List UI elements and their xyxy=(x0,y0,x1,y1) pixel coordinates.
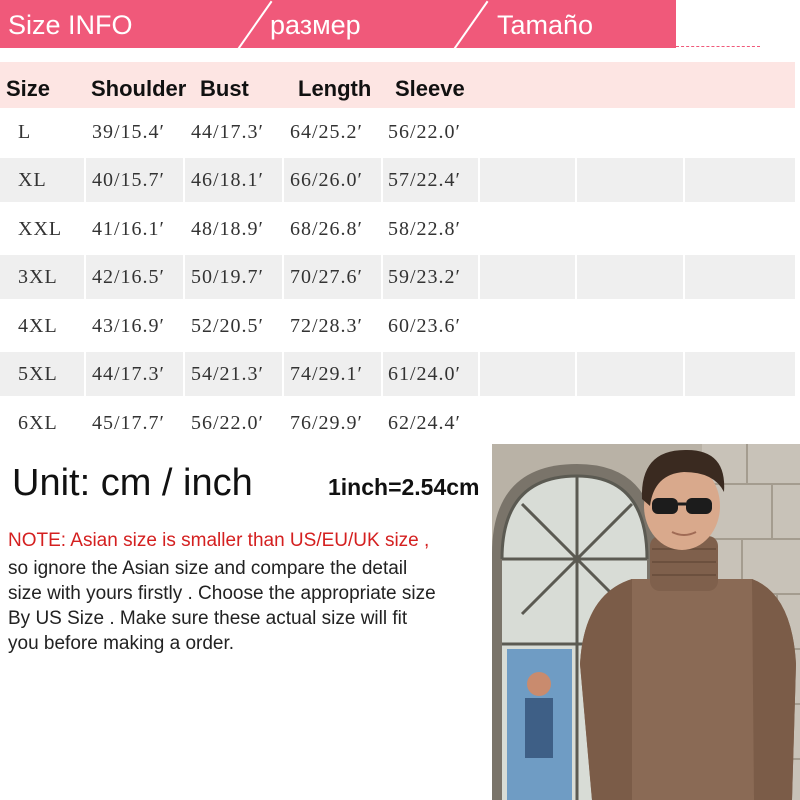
cell-bust: 44/17.3′ xyxy=(191,121,264,143)
cell-sleeve: 62/24.4′ xyxy=(388,412,461,434)
cell-shoulder: 43/16.9′ xyxy=(92,315,165,337)
header-bust: Bust xyxy=(200,76,249,101)
cell-length: 68/26.8′ xyxy=(290,218,363,240)
cell-bust: 48/18.9′ xyxy=(191,218,264,240)
column-divider xyxy=(683,110,685,445)
cell-bust: 46/18.1′ xyxy=(191,169,264,191)
cell-length: 74/29.1′ xyxy=(290,363,363,385)
note-line: so ignore the Asian size and compare the… xyxy=(8,558,408,579)
column-divider xyxy=(282,110,284,445)
note-line: By US Size . Make sure these actual size… xyxy=(8,608,408,629)
cell-sleeve: 58/22.8′ xyxy=(388,218,461,240)
cell-length: 64/25.2′ xyxy=(290,121,363,143)
cell-size: 4XL xyxy=(18,315,58,337)
cell-bust: 50/19.7′ xyxy=(191,266,264,288)
unit-label: Unit: cm / inch xyxy=(12,462,253,504)
cell-sleeve: 56/22.0′ xyxy=(388,121,461,143)
banner-title-english: Size INFO xyxy=(8,10,133,40)
column-divider xyxy=(183,110,185,445)
cell-size: XXL xyxy=(18,218,63,240)
header-size: Size xyxy=(6,76,51,101)
size-info-banner: Size INFO размер Tamaño xyxy=(0,0,676,48)
banner-title-spanish: Tamaño xyxy=(497,10,594,40)
cell-size: 3XL xyxy=(18,266,58,288)
table-row: 3XL 42/16.5′ 50/19.7′ 70/27.6′ 59/23.2′ xyxy=(0,255,795,299)
cell-bust: 54/21.3′ xyxy=(191,363,264,385)
table-row: XL 40/15.7′ 46/18.1′ 66/26.0′ 57/22.4′ xyxy=(0,158,795,202)
cell-sleeve: 61/24.0′ xyxy=(388,363,461,385)
table-row: 6XL 45/17.7′ 56/22.0′ 76/29.9′ 62/24.4′ xyxy=(0,401,795,445)
cell-bust: 56/22.0′ xyxy=(191,412,264,434)
column-divider xyxy=(381,110,383,445)
cell-sleeve: 59/23.2′ xyxy=(388,266,461,288)
table-row: 5XL 44/17.3′ 54/21.3′ 74/29.1′ 61/24.0′ xyxy=(0,352,795,396)
cell-size: L xyxy=(18,121,32,143)
cell-bust: 52/20.5′ xyxy=(191,315,264,337)
table-row: XXL 41/16.1′ 48/18.9′ 68/26.8′ 58/22.8′ xyxy=(0,207,795,251)
banner-dashed-line xyxy=(676,46,760,47)
table-row: 4XL 43/16.9′ 52/20.5′ 72/28.3′ 60/23.6′ xyxy=(0,304,795,348)
column-divider xyxy=(575,110,577,445)
cell-shoulder: 42/16.5′ xyxy=(92,266,165,288)
note-line: you before making a order. xyxy=(8,633,235,654)
cell-sleeve: 60/23.6′ xyxy=(388,315,461,337)
note-line: size with yours firstly . Choose the app… xyxy=(8,583,436,604)
cell-size: XL xyxy=(18,169,47,191)
banner-divider xyxy=(237,0,273,48)
column-divider xyxy=(84,110,86,445)
cell-sleeve: 57/22.4′ xyxy=(388,169,461,191)
cell-length: 66/26.0′ xyxy=(290,169,363,191)
cell-length: 70/27.6′ xyxy=(290,266,363,288)
banner-divider xyxy=(453,0,489,48)
header-sleeve: Sleeve xyxy=(395,76,465,101)
note-heading: NOTE: Asian size is smaller than US/EU/U… xyxy=(8,530,430,551)
banner-title-russian: размер xyxy=(270,10,361,40)
table-row: L 39/15.4′ 44/17.3′ 64/25.2′ 56/22.0′ xyxy=(0,110,795,154)
unit-conversion: 1inch=2.54cm xyxy=(328,474,480,500)
cell-size: 5XL xyxy=(18,363,58,385)
column-divider xyxy=(478,110,480,445)
note-body: so ignore the Asian size and compare the… xyxy=(8,556,498,656)
cell-shoulder: 40/15.7′ xyxy=(92,169,165,191)
cell-shoulder: 44/17.3′ xyxy=(92,363,165,385)
cell-shoulder: 41/16.1′ xyxy=(92,218,165,240)
cell-length: 72/28.3′ xyxy=(290,315,363,337)
cell-size: 6XL xyxy=(18,412,58,434)
size-table-header: Size Shoulder Bust Length Sleeve xyxy=(0,62,795,108)
model-photo-icon xyxy=(492,444,800,800)
cell-length: 76/29.9′ xyxy=(290,412,363,434)
cell-shoulder: 39/15.4′ xyxy=(92,121,165,143)
header-shoulder: Shoulder xyxy=(91,76,187,101)
model-photo xyxy=(492,444,800,800)
header-length: Length xyxy=(298,76,372,101)
cell-shoulder: 45/17.7′ xyxy=(92,412,165,434)
